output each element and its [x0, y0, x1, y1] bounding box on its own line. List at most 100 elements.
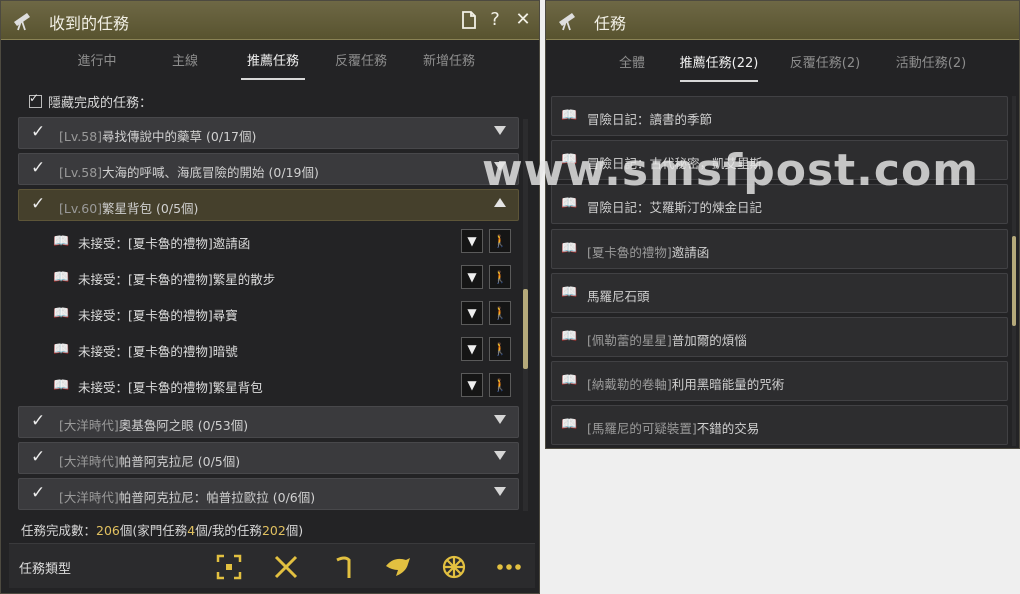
- summary-my-count: 202: [261, 523, 286, 538]
- subquest-text: 未接受：[夏卡魯的禮物]邀請函: [78, 236, 251, 251]
- scrollbar-thumb[interactable]: [523, 289, 528, 369]
- summary-unit: 個(家門任務: [119, 523, 188, 538]
- quest-row[interactable]: ✓ [Lv.58]大海的呼喊、海底冒險的開始 (0/19個): [18, 153, 519, 185]
- telescope-icon: [559, 13, 575, 31]
- document-icon[interactable]: [458, 8, 480, 32]
- book-icon: 📖: [53, 342, 70, 357]
- chevron-down-icon[interactable]: ▼: [461, 229, 483, 253]
- quest-count: (0/53個): [197, 418, 249, 433]
- quest-level-tag: [大洋時代]: [59, 490, 119, 505]
- walk-icon[interactable]: 🚶: [489, 265, 511, 289]
- checkbox-icon[interactable]: [29, 91, 42, 108]
- crossed-swords-icon[interactable]: [271, 552, 301, 582]
- tab-recommended[interactable]: 推薦任務: [235, 40, 311, 84]
- expand-arrow-icon[interactable]: [494, 415, 506, 424]
- subquest-text: 未接受：[夏卡魯的禮物]繁星背包: [78, 380, 263, 395]
- chevron-down-icon[interactable]: ▼: [461, 337, 483, 361]
- subquest-text: 未接受：[夏卡魯的禮物]暗號: [78, 344, 238, 359]
- tab-all[interactable]: 全體: [604, 42, 660, 86]
- chevron-down-icon[interactable]: ▼: [461, 265, 483, 289]
- check-icon: ✓: [31, 483, 46, 503]
- quest-row[interactable]: ✓ [Lv.58]尋找傳說中的藥草 (0/17個): [18, 117, 519, 149]
- subquest-item[interactable]: 📖 未接受：[夏卡魯的禮物]繁星背包 ▼ 🚶: [53, 373, 513, 399]
- window-title: 任務: [594, 14, 627, 33]
- tab-main-story[interactable]: 主線: [151, 40, 219, 84]
- subquest-item[interactable]: 📖 未接受：[夏卡魯的禮物]邀請函 ▼ 🚶: [53, 229, 513, 255]
- expand-arrow-icon[interactable]: [494, 126, 506, 135]
- quest-row[interactable]: ✓ [大洋時代]帕普阿克拉尼：帕普拉歐拉 (0/6個): [18, 478, 519, 510]
- book-icon: 📖: [561, 241, 578, 256]
- collapse-arrow-icon[interactable]: [494, 198, 506, 207]
- walk-icon[interactable]: 🚶: [489, 337, 511, 361]
- quests-window: 任務 全體 推薦任務(22) 反覆任務(2) 活動任務(2) 📖 冒險日記：讀書的…: [545, 0, 1020, 449]
- recommended-quest-item[interactable]: 📖 [馬羅尼的可疑裝置]不錯的交易: [551, 405, 1008, 445]
- subquest-item[interactable]: 📖 未接受：[夏卡魯的禮物]繁星的散步 ▼ 🚶: [53, 265, 513, 291]
- quest-row[interactable]: ✓ [大洋時代]奧基魯阿之眼 (0/53個): [18, 406, 519, 438]
- book-icon: 📖: [561, 329, 578, 344]
- recommended-quest-item[interactable]: 📖 [佩勒蕾的星星]普加爾的煩惱: [551, 317, 1008, 357]
- check-icon: ✓: [31, 194, 46, 214]
- check-icon: ✓: [31, 122, 46, 142]
- quest-name: 帕普阿克拉尼: [118, 454, 194, 469]
- right-title-bar[interactable]: 任務: [546, 1, 1019, 40]
- expand-arrow-icon[interactable]: [494, 487, 506, 496]
- ship-wheel-icon[interactable]: [439, 552, 469, 582]
- quest-name: 繁星背包: [102, 201, 153, 216]
- quest-count: (0/6個): [272, 490, 316, 505]
- check-icon: ✓: [31, 158, 46, 178]
- subquest-item[interactable]: 📖 未接受：[夏卡魯的禮物]暗號 ▼ 🚶: [53, 337, 513, 363]
- summary-end: 個): [285, 523, 304, 538]
- quest-list-scrollbar[interactable]: [523, 119, 528, 511]
- close-button[interactable]: ✕: [512, 8, 534, 32]
- walk-icon[interactable]: 🚶: [489, 373, 511, 397]
- quest-count: (0/17個): [206, 129, 257, 144]
- quest-row-expanded[interactable]: ✓ [Lv.60]繁星背包 (0/5個): [18, 189, 519, 221]
- recommended-quest-item[interactable]: 📖 冒險日記：讀書的季節: [551, 96, 1008, 136]
- chevron-down-icon[interactable]: ▼: [461, 373, 483, 397]
- subquest-item[interactable]: 📖 未接受：[夏卡魯的禮物]尋寶 ▼ 🚶: [53, 301, 513, 327]
- tab-recommended-count[interactable]: 推薦任務(22): [674, 42, 764, 86]
- book-icon: 📖: [561, 373, 578, 388]
- help-button[interactable]: ?: [484, 8, 506, 32]
- recommended-list-scrollbar[interactable]: [1012, 96, 1016, 446]
- book-icon: 📖: [53, 234, 70, 249]
- quest-row[interactable]: ✓ [大洋時代]帕普阿克拉尼 (0/5個): [18, 442, 519, 474]
- recommended-quest-item[interactable]: 📖 [納戴勒的卷軸]利用黑暗能量的咒術: [551, 361, 1008, 401]
- expand-arrow-icon[interactable]: [494, 451, 506, 460]
- quest-count: (0/5個): [197, 454, 241, 469]
- tab-event-count[interactable]: 活動任務(2): [890, 42, 972, 86]
- tab-repeatable[interactable]: 反覆任務: [323, 40, 399, 84]
- recommended-quest-item[interactable]: 📖 [夏卡魯的禮物]邀請函: [551, 229, 1008, 269]
- chevron-down-icon[interactable]: ▼: [461, 301, 483, 325]
- recommended-quest-item[interactable]: 📖 馬羅尼石頭: [551, 273, 1008, 313]
- quest-series-tag: [佩勒蕾的星星]: [587, 333, 672, 348]
- left-tab-bar: 進行中 主線 推薦任務 反覆任務 新增任務: [1, 40, 539, 84]
- tab-new-quests[interactable]: 新增任務: [411, 40, 487, 84]
- pickaxe-icon[interactable]: [329, 552, 359, 582]
- quest-name: 尋找傳說中的藥草: [102, 129, 203, 144]
- recommended-quest-item[interactable]: 📖 冒險日記：古代秘密，凱艾里斯: [551, 140, 1008, 180]
- tab-repeatable-count[interactable]: 反覆任務(2): [784, 42, 866, 86]
- summary-total: 206: [96, 523, 120, 538]
- hide-completed-checkbox[interactable]: 隱藏完成的任務：: [29, 91, 152, 111]
- walk-icon[interactable]: 🚶: [489, 301, 511, 325]
- window-title: 收到的任務: [49, 14, 130, 33]
- left-title-bar[interactable]: 收到的任務 ? ✕: [1, 1, 539, 40]
- quest-level-tag: [Lv.58]: [59, 129, 103, 144]
- dolphin-icon[interactable]: [383, 552, 413, 582]
- walk-icon[interactable]: 🚶: [489, 229, 511, 253]
- quest-name: 冒險日記：艾羅斯汀的煉金日記: [587, 200, 763, 215]
- expand-arrow-icon[interactable]: [494, 162, 506, 171]
- recommended-quest-item[interactable]: 📖 冒險日記：艾羅斯汀的煉金日記: [551, 184, 1008, 224]
- quest-type-bar: 任務類型: [9, 543, 535, 588]
- received-quests-window: 收到的任務 ? ✕ 進行中 主線 推薦任務 反覆任務 新增任務 隱藏完成的任務：…: [0, 0, 540, 594]
- quest-level-tag: [大洋時代]: [59, 454, 119, 469]
- scrollbar-thumb[interactable]: [1012, 236, 1016, 326]
- book-icon: 📖: [53, 270, 70, 285]
- focus-frame-icon[interactable]: [214, 552, 244, 582]
- tab-in-progress[interactable]: 進行中: [61, 40, 133, 84]
- quest-name: 帕普阿克拉尼：帕普拉歐拉: [118, 490, 269, 505]
- quest-series-tag: [納戴勒的卷軸]: [587, 377, 672, 392]
- quest-name: 馬羅尼石頭: [587, 289, 650, 304]
- more-options-icon[interactable]: [494, 552, 524, 582]
